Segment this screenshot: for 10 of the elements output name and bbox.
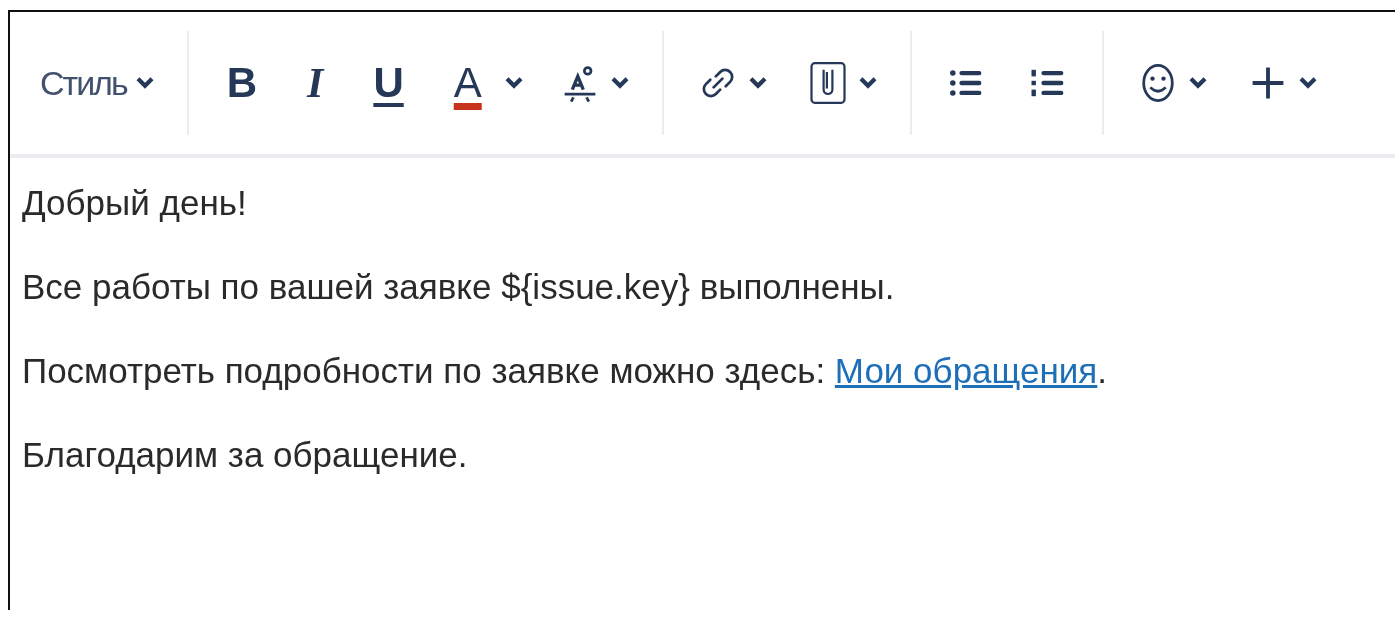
body-paragraph: Благодарим за обращение. [22, 434, 469, 476]
body-paragraph: Добрый день! [22, 182, 248, 224]
my-requests-link[interactable]: Мои обращения [834, 351, 1098, 390]
body-paragraph: Посмотреть подробности по заявке можно здесь: Мои обращения. [22, 350, 1108, 392]
underline-button[interactable]: U [363, 55, 414, 111]
text-color-button[interactable]: A [443, 55, 492, 111]
italic-button[interactable]: I [297, 55, 334, 111]
bold-button[interactable]: B [216, 55, 267, 111]
style-dropdown[interactable]: Стиль [36, 59, 159, 107]
body-paragraph: Все работы по вашей заявке ${issue.key} выполнены. [22, 266, 896, 308]
